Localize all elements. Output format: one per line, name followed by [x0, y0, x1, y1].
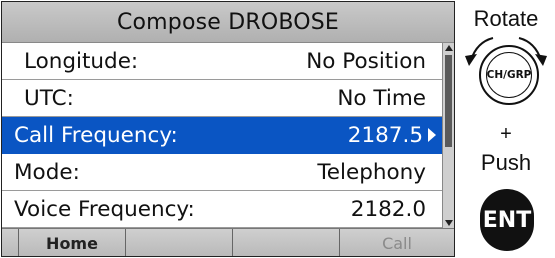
scroll-thumb[interactable]: [445, 55, 452, 147]
ch-grp-knob[interactable]: CH/GRP: [479, 45, 539, 105]
softkey-home[interactable]: Home: [19, 229, 126, 256]
row-value: No Position: [306, 48, 426, 74]
scrollbar[interactable]: [442, 43, 454, 228]
radio-screen: Compose DROBOSE Longitude: No Position U…: [1, 1, 455, 257]
softkey-call[interactable]: Call: [340, 229, 454, 256]
row-mode[interactable]: Mode: Telephony: [2, 154, 442, 191]
row-call-frequency[interactable]: Call Frequency: 2187.5: [2, 117, 442, 154]
settings-list: Longitude: No Position UTC: No Time Call…: [2, 43, 442, 228]
scroll-down-icon: [445, 220, 453, 226]
row-value: No Time: [337, 85, 426, 111]
softkey-2[interactable]: [126, 229, 233, 256]
row-voice-frequency[interactable]: Voice Frequency: 2182.0: [2, 191, 442, 228]
row-value: 2187.5: [347, 122, 423, 148]
row-label: Voice Frequency:: [14, 196, 195, 222]
row-value-wrap: 2187.5: [348, 123, 436, 148]
softkey-bar: Home Call: [2, 228, 454, 256]
plus-label: +: [500, 123, 512, 145]
row-utc[interactable]: UTC: No Time: [2, 80, 442, 117]
row-label: Mode:: [14, 159, 80, 185]
rotate-label: Rotate: [473, 6, 539, 31]
row-longitude[interactable]: Longitude: No Position: [2, 43, 442, 80]
softkey-3[interactable]: [233, 229, 340, 256]
row-value: 2182.0: [350, 196, 426, 222]
softkey-spacer: [2, 229, 19, 256]
row-value: Telephony: [317, 159, 426, 185]
row-label: Call Frequency:: [14, 122, 178, 148]
side-controls: Rotate CH/GRP + Push ENT: [457, 0, 555, 258]
row-label: Longitude:: [24, 48, 139, 74]
screen-title: Compose DROBOSE: [2, 2, 454, 43]
ent-button[interactable]: ENT: [480, 189, 534, 251]
push-label: Push: [480, 150, 532, 175]
row-label: UTC:: [24, 85, 74, 111]
scroll-up-icon: [445, 45, 453, 51]
caret-right-icon: [428, 128, 436, 142]
knob-label: CH/GRP: [486, 52, 532, 98]
